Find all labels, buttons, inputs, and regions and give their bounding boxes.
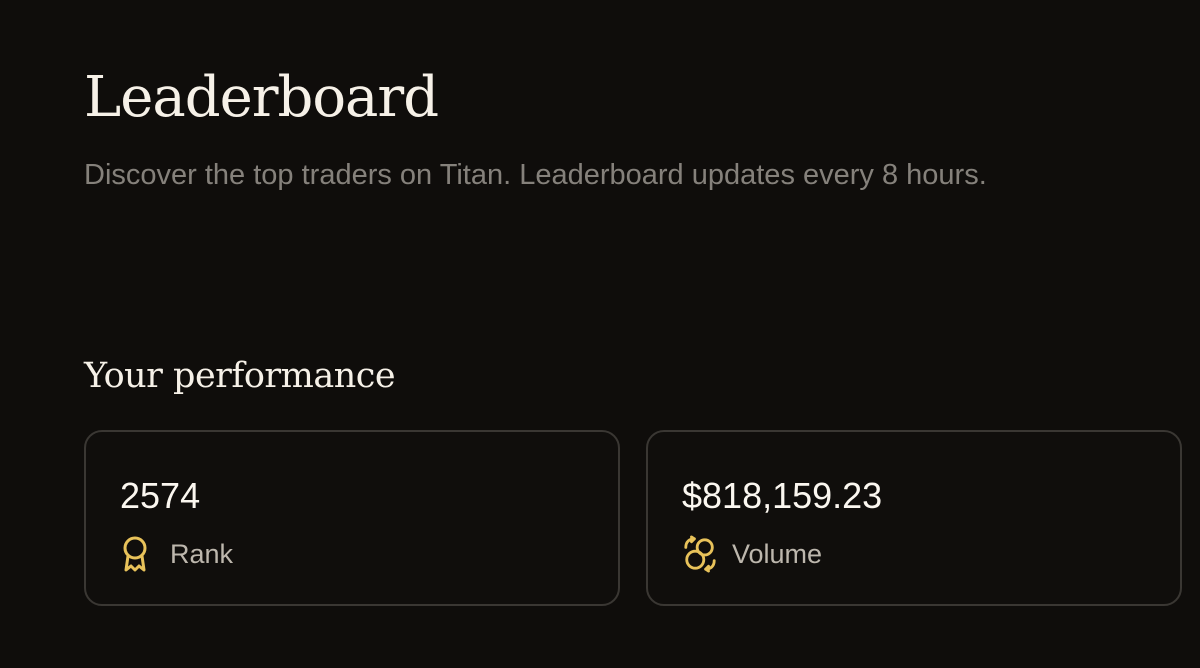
page-title: Leaderboard bbox=[84, 65, 439, 130]
rank-value: 2574 bbox=[120, 475, 201, 516]
volume-card: $818,159.23 Volume bbox=[646, 430, 1182, 606]
rank-label-row: Rank bbox=[120, 534, 233, 574]
award-ribbon-icon bbox=[120, 534, 156, 574]
section-title-your-performance: Your performance bbox=[84, 356, 396, 396]
volume-label-row: Volume bbox=[682, 534, 822, 574]
rank-card: 2574 Rank bbox=[84, 430, 620, 606]
volume-label: Volume bbox=[732, 539, 823, 569]
coins-exchange-icon bbox=[682, 534, 718, 574]
page-subtitle: Discover the top traders on Titan. Leade… bbox=[84, 159, 987, 191]
rank-label: Rank bbox=[170, 539, 234, 569]
volume-value: $818,159.23 bbox=[682, 475, 883, 516]
